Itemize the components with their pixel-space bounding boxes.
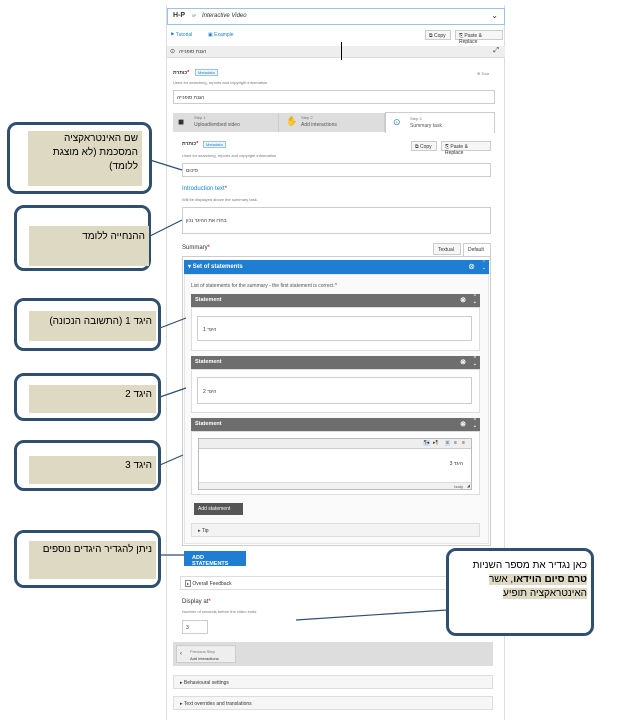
callout-summary-title: שם האינטראקציה המסכמת (לא מוצגת ללומד) xyxy=(7,122,152,194)
callout-statement-1: היגד 1 (התשובה הנכונה) xyxy=(14,298,161,351)
callout-statement-3: היגד 3 xyxy=(14,440,161,491)
callout-display-at-text: כאן נגדיר את מספר השניות טרם סיום הוידאו… xyxy=(457,559,587,631)
callout-statement-2: היגד 2 xyxy=(14,373,161,421)
callout-add-statements: ניתן להגדיר היגדים נוספים xyxy=(14,530,161,588)
callout-display-at: כאן נגדיר את מספר השניות טרם סיום הוידאו… xyxy=(446,548,594,636)
callout-instruction: ההנחייה ללומד xyxy=(14,205,151,271)
